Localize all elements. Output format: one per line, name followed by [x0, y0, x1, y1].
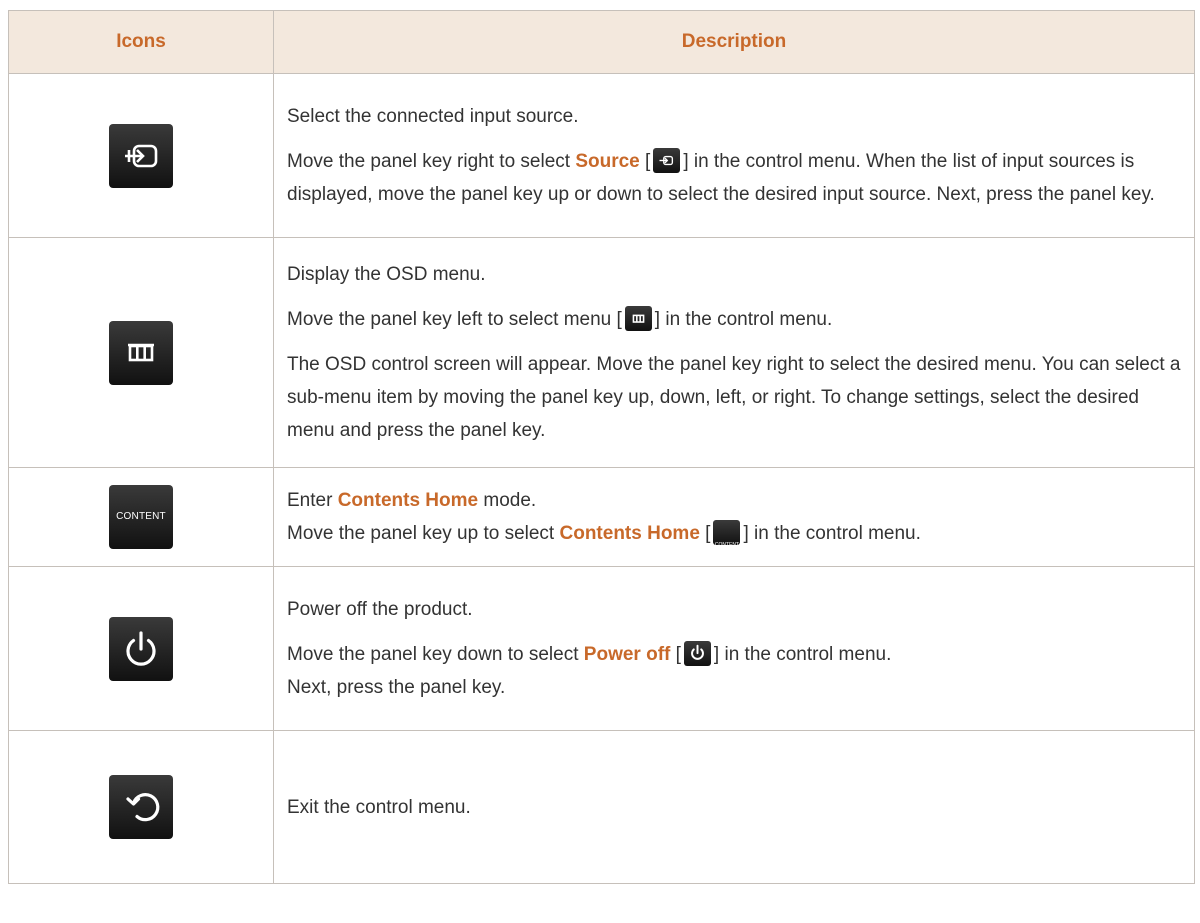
icon-cell: CONTENT [8, 467, 274, 567]
text: ] in the control menu. [743, 523, 921, 544]
text: Move the panel key down to select [287, 644, 584, 665]
description-cell: Exit the control menu. [273, 730, 1195, 884]
text: Move the panel key right to select [287, 151, 576, 172]
text: Enter [287, 490, 338, 511]
table-row: Display the OSD menu. Move the panel key… [8, 237, 1195, 468]
description-paragraph: Move the panel key up to select Contents… [287, 517, 1182, 550]
text: ] in the control menu. [713, 644, 892, 665]
description-cell: Enter Contents Home mode. Move the panel… [273, 467, 1195, 567]
text: [ [670, 644, 681, 665]
contents-home-highlight: Contents Home [337, 490, 479, 511]
power-off-highlight: Power off [583, 644, 671, 665]
icon-cell [8, 73, 274, 238]
control-menu-table: Icons Description Select the connected i… [8, 10, 1195, 884]
icon-cell [8, 566, 274, 731]
source-inline-icon [653, 148, 681, 173]
power-inline-icon [683, 641, 711, 666]
text: ] in the control menu. [654, 309, 833, 330]
description-line: Display the OSD menu. [287, 264, 486, 285]
source-highlight: Source [575, 151, 640, 172]
return-icon [109, 775, 173, 839]
text: mode. [478, 490, 537, 511]
description-paragraph: Move the panel key down to select Power … [287, 638, 1182, 704]
description-line: Power off the product. [287, 599, 473, 620]
description-cell: Display the OSD menu. Move the panel key… [273, 237, 1195, 468]
menu-icon [109, 320, 173, 385]
description-line: Exit the control menu. [287, 796, 471, 818]
text: Move the panel key left to select menu [ [287, 309, 622, 330]
contents-home-highlight: Contents Home [559, 523, 700, 544]
table-row: Power off the product. Move the panel ke… [8, 566, 1195, 731]
description-paragraph: Move the panel key left to select menu [… [287, 303, 1182, 336]
description-column-header: Description [273, 10, 1195, 74]
content-inline-label: CONTENT [714, 542, 740, 548]
table-header-row: Icons Description [8, 10, 1195, 74]
text: [ [699, 523, 711, 544]
table-row: Exit the control menu. [8, 730, 1195, 884]
text: Move the panel key up to select [287, 523, 560, 544]
description-cell: Power off the product. Move the panel ke… [273, 566, 1195, 731]
icon-cell [8, 237, 274, 468]
description-paragraph: Move the panel key right to select Sourc… [287, 145, 1182, 211]
description-cell: Select the connected input source. Move … [273, 73, 1195, 238]
content-icon-label: CONTENT [116, 511, 166, 522]
description-line: Enter Contents Home mode. [287, 484, 1182, 517]
content-inline-icon: CONTENT [713, 520, 741, 548]
source-icon [109, 123, 173, 188]
text: Next, press the panel key. [287, 677, 506, 698]
icon-cell [8, 730, 274, 884]
table-row: CONTENT Enter Contents Home mode. Move t… [8, 467, 1195, 567]
content-icon: CONTENT [109, 485, 173, 549]
menu-inline-icon [624, 306, 652, 331]
description-paragraph: The OSD control screen will appear. Move… [287, 354, 1181, 441]
description-line: Select the connected input source. [287, 106, 579, 127]
icons-column-header: Icons [8, 10, 274, 74]
power-icon [109, 616, 173, 681]
text: [ [639, 151, 651, 172]
table-row: Select the connected input source. Move … [8, 73, 1195, 238]
